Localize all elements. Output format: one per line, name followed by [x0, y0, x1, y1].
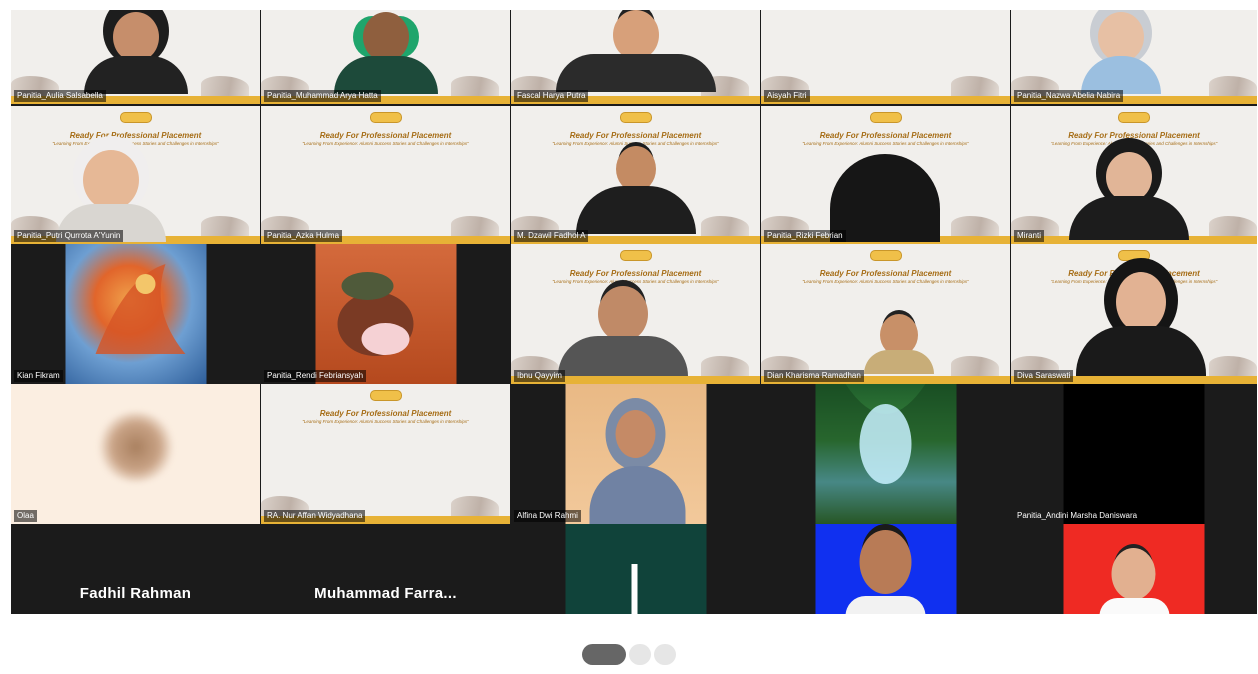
participant-name: Miranti: [1014, 230, 1045, 242]
participant-video: [575, 146, 696, 234]
participant-name: Fascal Harya Putra: [514, 90, 589, 102]
participant-video: [565, 524, 706, 614]
video-tile[interactable]: Olaa: [11, 384, 260, 524]
video-tile[interactable]: Panitia_Andini Marsha Daniswara: [1011, 384, 1257, 524]
participant-video: [1063, 524, 1205, 614]
participant-name: Olaa: [14, 510, 37, 522]
participant-name: M. Dzawil Fadhol A: [514, 230, 589, 242]
banner-title: Ready For Professional Placement: [819, 269, 952, 278]
banner-title: Ready For Professional Placement: [569, 131, 702, 140]
participant-name: Panitia_Nazwa Abelia Nabira: [1014, 90, 1124, 102]
banner-title: Ready For Professional Placement: [569, 269, 702, 278]
video-tile[interactable]: Panitia_Nazwa Abelia Nabira: [1011, 10, 1257, 104]
participant-name: Panitia_Azka Hulma: [264, 230, 343, 242]
participant-name: Muhammad Farra...: [314, 585, 457, 602]
participant-name: Panitia_Andini Marsha Daniswara: [1017, 511, 1138, 520]
participant-name: Panitia_Rendi Febriansyah: [264, 370, 367, 382]
participant-name: Panitia_Rizki Febrian: [764, 230, 846, 242]
banner-subtitle: "Learning From Experience: Alumni Succes…: [1050, 141, 1218, 146]
participant-video: [864, 314, 934, 374]
video-tile[interactable]: Panitia_Aulia Salsabella: [11, 10, 260, 104]
banner-subtitle: "Learning From Experience: Alumni Succes…: [802, 279, 969, 284]
video-tile[interactable]: Ready For Professional Placement"Learnin…: [761, 106, 1010, 244]
banner-subtitle: "Learning From Experience: Alumni Succes…: [552, 279, 719, 284]
participant-name: RA. Nur Affan Widyadhana: [264, 510, 366, 522]
participant-video: [830, 154, 940, 242]
video-grid: Panitia_Aulia Salsabella Panitia_Muhamma…: [11, 10, 1257, 614]
video-tile[interactable]: Ready For Professional Placement"Learnin…: [261, 384, 510, 524]
banner-title: Ready For Professional Placement: [319, 409, 452, 418]
banner-subtitle: "Learning From Experience: Alumni Succes…: [802, 141, 969, 146]
video-tile[interactable]: Ready For Professional Placement"Learnin…: [511, 106, 760, 244]
participant-video: [83, 12, 188, 94]
participant-name: Panitia_Muhammad Arya Hatta: [264, 90, 381, 102]
participant-name: Aisyah Fitri: [764, 90, 810, 102]
video-tile[interactable]: Ready For Professional Placement"Learnin…: [11, 106, 260, 244]
participant-video: [558, 286, 688, 376]
participant-name: Fadhil Rahman: [79, 585, 192, 602]
banner-title: Ready For Professional Placement: [819, 131, 952, 140]
video-tile[interactable]: Ready For Professional Placement"Learnin…: [261, 106, 510, 244]
participant-video: [1081, 12, 1161, 94]
video-tile[interactable]: Panitia_Muhammad Arya Hatta: [261, 10, 510, 104]
banner-subtitle: "Learning From Experience: Alumni Succes…: [302, 419, 469, 424]
page-dot[interactable]: [654, 644, 676, 665]
participant-name: Diva Saraswati: [1014, 370, 1074, 382]
video-tile[interactable]: Ready For Professional Placement"Learnin…: [761, 244, 1010, 384]
page-indicator: [582, 644, 682, 666]
banner-title: Ready For Professional Placement: [319, 131, 452, 140]
participant-video: [565, 384, 706, 524]
participant-video: [1076, 272, 1206, 376]
participant-name: Kian Fikram: [14, 370, 63, 382]
banner-subtitle: "Learning From Experience: Alumni Succes…: [302, 141, 469, 146]
participant-video: [1069, 152, 1189, 240]
banner-title: Ready For Professional Placement: [1068, 131, 1200, 140]
video-tile[interactable]: Aisyah Fitri: [761, 10, 1010, 104]
video-tile[interactable]: [761, 384, 1010, 524]
page-dot-active[interactable]: [582, 644, 626, 665]
character-avatar: [315, 244, 456, 384]
video-tile[interactable]: Panitia_Rendi Febriansyah: [261, 244, 510, 384]
participant-video: [1063, 384, 1205, 524]
participant-video: [333, 12, 438, 94]
video-tile[interactable]: [511, 524, 760, 614]
video-tile[interactable]: Ready For Professional Placement"Learnin…: [1011, 244, 1257, 384]
video-tile[interactable]: Fascal Harya Putra: [511, 10, 760, 104]
participant-name: Panitia_Aulia Salsabella: [14, 90, 106, 102]
video-tile[interactable]: Ready For Professional Placement"Learnin…: [511, 244, 760, 384]
video-tile[interactable]: Alfina Dwi Rahmi: [511, 384, 760, 524]
participant-video: [555, 10, 716, 92]
heart-avatar: [97, 412, 175, 482]
dragon-avatar: [65, 244, 206, 384]
participant-video: [56, 150, 166, 242]
participant-name: Ibnu Qayyim: [514, 370, 565, 382]
participant-name: Dian Kharisma Ramadhan: [764, 370, 864, 382]
participant-name: Alfina Dwi Rahmi: [514, 510, 581, 522]
participant-video: [815, 524, 956, 614]
video-tile[interactable]: [1011, 524, 1257, 614]
participant-name: Panitia_Putri Qurrota A'Yunin: [14, 230, 124, 242]
page-dot[interactable]: [629, 644, 651, 665]
cave-avatar: [815, 384, 956, 524]
video-tile[interactable]: Fadhil Rahman: [11, 524, 260, 614]
video-tile[interactable]: Ready For Professional Placement"Learnin…: [1011, 106, 1257, 244]
video-tile[interactable]: [761, 524, 1010, 614]
video-tile[interactable]: Kian Fikram: [11, 244, 260, 384]
banner-subtitle: "Learning From Experience: Alumni Succes…: [52, 141, 219, 146]
banner-title: Ready For Professional Placement: [69, 131, 202, 140]
video-tile[interactable]: Muhammad Farra...: [261, 524, 510, 614]
